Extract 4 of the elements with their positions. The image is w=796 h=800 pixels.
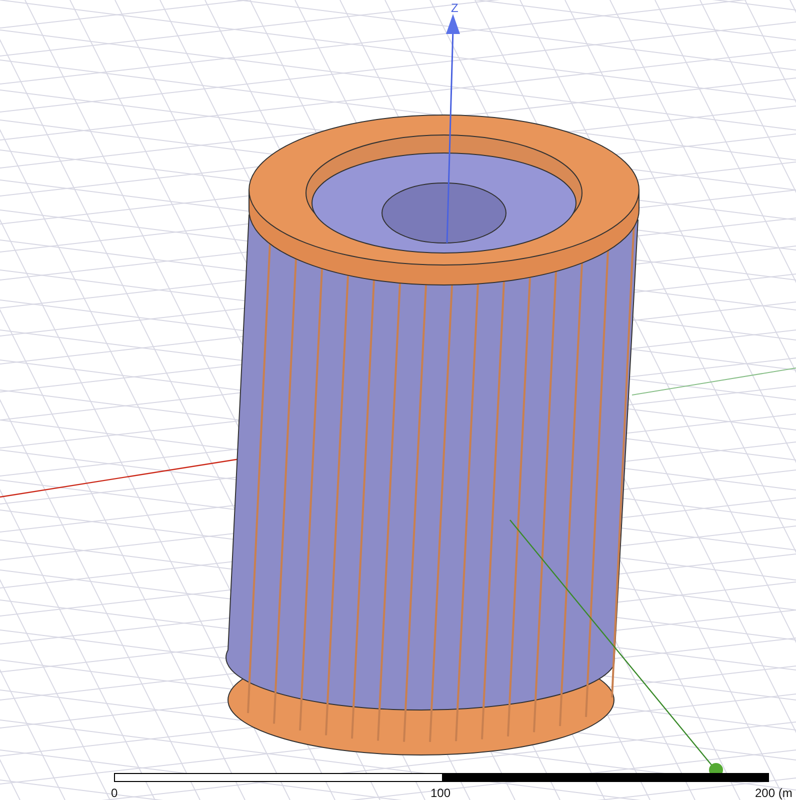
- scale-label: 200 (m: [755, 786, 792, 800]
- scale-label: 100: [430, 786, 451, 800]
- z-axis-label: Z: [451, 1, 458, 15]
- scale-label: 0: [111, 786, 118, 800]
